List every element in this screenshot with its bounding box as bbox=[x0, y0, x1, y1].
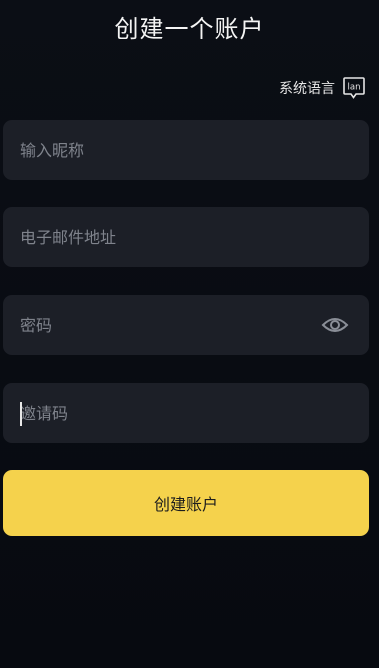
system-language-selector[interactable]: 系统语言 lan bbox=[279, 76, 366, 100]
page-title: 创建一个账户 bbox=[114, 15, 265, 43]
eye-icon[interactable] bbox=[321, 313, 349, 337]
password-input[interactable] bbox=[3, 295, 369, 355]
system-language-label: 系统语言 bbox=[279, 81, 335, 97]
invite-code-field[interactable] bbox=[3, 383, 369, 443]
password-field[interactable] bbox=[3, 295, 369, 355]
create-account-button[interactable]: 创建账户 bbox=[3, 470, 369, 536]
email-field[interactable] bbox=[3, 207, 369, 267]
create-account-screen: 创建一个账户 系统语言 lan 创建账户 bbox=[0, 0, 379, 668]
nickname-field[interactable] bbox=[3, 120, 369, 180]
text-cursor bbox=[20, 402, 22, 426]
email-input[interactable] bbox=[3, 207, 369, 267]
invite-code-input[interactable] bbox=[3, 383, 369, 443]
nickname-input[interactable] bbox=[3, 120, 369, 180]
language-icon-text: lan bbox=[348, 83, 361, 93]
language-icon[interactable]: lan bbox=[342, 76, 366, 100]
